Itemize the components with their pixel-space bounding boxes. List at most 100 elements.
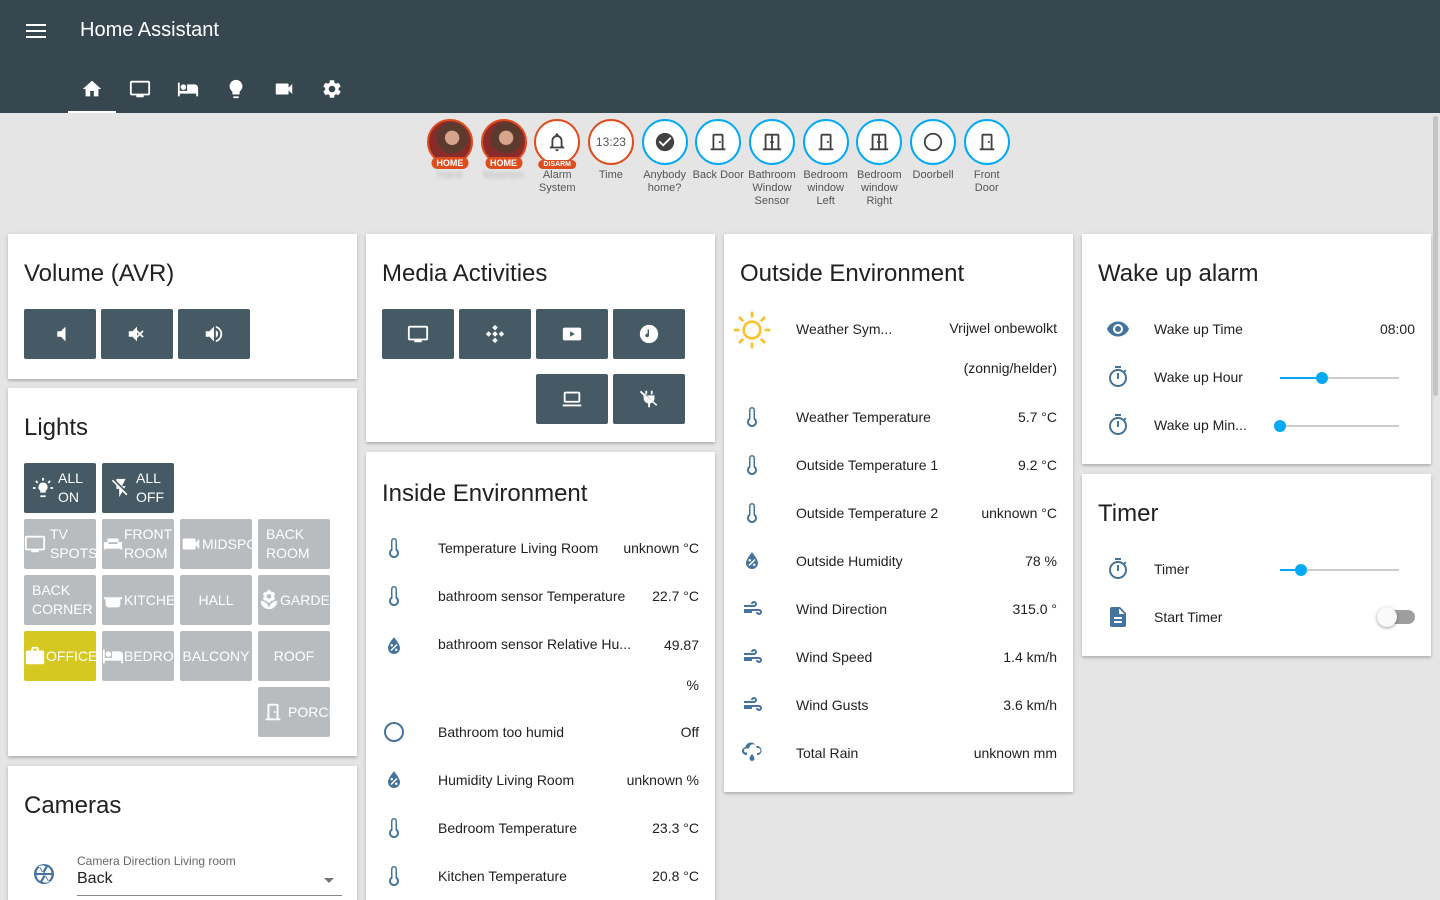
- water-percent-icon: [388, 771, 400, 788]
- timer-slider[interactable]: [1280, 564, 1399, 576]
- slider-knob[interactable]: [1315, 372, 1328, 384]
- badge-bedroom-window-left[interactable]: Bedroom window Left: [799, 119, 853, 208]
- button-label: FRONT ROOM: [124, 526, 172, 561]
- sensor-row[interactable]: bathroom sensor Relative Hu... 49.87 %: [366, 620, 715, 708]
- sensor-value: 3.6 km/h: [1003, 697, 1057, 713]
- button-label: BEDROOM: [124, 647, 174, 664]
- light-kitchen-button[interactable]: KITCHEN: [102, 575, 174, 625]
- all-off-button[interactable]: ALL OFF: [102, 463, 174, 513]
- weather-row[interactable]: Weather Sym... Vrijwel onbewolkt (zonnig…: [724, 308, 1073, 396]
- power-off-button[interactable]: [613, 374, 685, 424]
- light-tv-spots-button[interactable]: TV SPOTS: [24, 519, 96, 569]
- badge-doorbell[interactable]: Doorbell: [906, 119, 960, 208]
- kodi-button[interactable]: [459, 309, 531, 359]
- volume-mute-button[interactable]: [101, 309, 173, 359]
- badge-label: Front Door: [973, 169, 1000, 194]
- wake-up-hour-slider[interactable]: [1280, 372, 1399, 384]
- camera-direction-select[interactable]: Back: [77, 870, 342, 896]
- bell-icon: [549, 133, 565, 152]
- sensor-row[interactable]: Bedroom Temperature 23.3 °C: [366, 804, 715, 852]
- badge-bathroom-window[interactable]: Bathroom Window Sensor: [745, 119, 799, 208]
- circle-outline-icon: [923, 132, 943, 152]
- file-document-icon: [1110, 607, 1126, 627]
- badge-front-door[interactable]: Front Door: [960, 119, 1014, 208]
- door-icon: [979, 133, 995, 151]
- light-back-corner-button[interactable]: BACK CORNER: [24, 575, 96, 625]
- badge-value: 13:23: [587, 119, 634, 165]
- light-office-button[interactable]: OFFICE: [24, 631, 96, 681]
- monitor-icon: [24, 535, 46, 553]
- sensor-row[interactable]: Bathroom too humid Off: [366, 708, 715, 756]
- sensor-row[interactable]: Outside Temperature 1 9.2 °C: [724, 441, 1073, 489]
- light-roof-button[interactable]: ROOF: [258, 631, 330, 681]
- badge-time[interactable]: 13:23 Time: [584, 119, 638, 208]
- sensor-row[interactable]: Total Rain unknown mm: [724, 729, 1073, 777]
- computer-button[interactable]: [536, 374, 608, 424]
- sensor-name: Wake up Min...: [1154, 417, 1247, 433]
- flash-off-icon: [111, 478, 128, 498]
- tab-settings[interactable]: [308, 64, 356, 113]
- timer-card: Timer Timer Start Timer: [1082, 474, 1431, 656]
- tab-cameras[interactable]: [260, 64, 308, 113]
- sensor-name: Wind Speed: [796, 649, 873, 665]
- sensor-value: 9.2 °C: [1017, 457, 1057, 473]
- slider-knob[interactable]: [1274, 420, 1286, 432]
- badge-anybody-home[interactable]: Anybody home?: [638, 119, 692, 208]
- music-button[interactable]: [613, 309, 685, 359]
- water-percent-icon: [388, 637, 400, 654]
- tab-home[interactable]: [68, 64, 116, 113]
- light-front-room-button[interactable]: FRONT ROOM: [102, 519, 174, 569]
- top-app-bar: Home Assistant: [0, 0, 1440, 113]
- monitor-icon: [407, 325, 429, 343]
- youtube-button[interactable]: [536, 309, 608, 359]
- light-hall-button[interactable]: HALL: [180, 575, 252, 625]
- tab-bedroom[interactable]: [164, 64, 212, 113]
- sensor-row[interactable]: Temperature Living Room unknown °C: [366, 524, 715, 572]
- sensor-row[interactable]: Outside Humidity 78 %: [724, 537, 1073, 585]
- light-porch-button[interactable]: PORCH: [258, 687, 330, 737]
- sensor-row[interactable]: Wind Speed 1.4 km/h: [724, 633, 1073, 681]
- wake-up-min-slider[interactable]: [1274, 420, 1399, 432]
- thermometer-icon: [389, 866, 399, 886]
- sensor-row[interactable]: Wind Gusts 3.6 km/h: [724, 681, 1073, 729]
- tab-lights[interactable]: [212, 64, 260, 113]
- sensor-row[interactable]: Outside Temperature 2 unknown °C: [724, 489, 1073, 537]
- volume-up-button[interactable]: [178, 309, 250, 359]
- button-label: BACK ROOM: [266, 526, 310, 561]
- sensor-name: bathroom sensor Temperature: [438, 588, 626, 604]
- volume-down-button[interactable]: [24, 309, 96, 359]
- badge-bedroom-window-right[interactable]: Bedroom window Right: [853, 119, 907, 208]
- badges-bar: HOME Hans HOME Maarten DISARM Alarm Syst…: [423, 119, 1014, 208]
- sensor-name: Total Rain: [796, 745, 859, 761]
- badge-back-door[interactable]: Back Door: [691, 119, 745, 208]
- inside-environment-card: Inside Environment Temperature Living Ro…: [366, 452, 715, 900]
- sensor-row[interactable]: Kitchen Temperature 20.8 °C: [366, 852, 715, 900]
- sensor-name: Outside Temperature 1: [796, 457, 939, 473]
- light-back-room-button[interactable]: BACK ROOM: [258, 519, 330, 569]
- start-timer-toggle[interactable]: [1377, 607, 1415, 627]
- light-midspot-button[interactable]: MIDSPOT: [180, 519, 252, 569]
- badge-alarm-system[interactable]: DISARM Alarm System: [530, 119, 584, 208]
- sensor-row[interactable]: Wind Direction 315.0 °: [724, 585, 1073, 633]
- bed-icon: [102, 649, 124, 664]
- wake-up-time-row[interactable]: Wake up Time 08:00: [1082, 305, 1431, 353]
- sensor-value: unknown mm: [973, 745, 1057, 761]
- light-garden-button[interactable]: GARDEN: [258, 575, 330, 625]
- page-scrollbar[interactable]: [1433, 116, 1438, 396]
- badge-person-1[interactable]: HOME Hans: [423, 119, 477, 208]
- light-balcony-button[interactable]: BALCONY: [180, 631, 252, 681]
- sensor-row[interactable]: Weather Temperature 5.7 °C: [724, 393, 1073, 441]
- tab-media[interactable]: [116, 64, 164, 113]
- sensor-row[interactable]: Humidity Living Room unknown %: [366, 756, 715, 804]
- kodi-icon: [485, 324, 505, 344]
- badge-circle: [641, 119, 688, 165]
- volume-high-icon: [205, 325, 223, 343]
- watch-tv-button[interactable]: [382, 309, 454, 359]
- sensor-row[interactable]: bathroom sensor Temperature 22.7 °C: [366, 572, 715, 620]
- all-on-button[interactable]: ALL ON: [24, 463, 96, 513]
- badge-person-2[interactable]: HOME Maarten: [477, 119, 531, 208]
- menu-icon[interactable]: [24, 20, 48, 44]
- badge-label: Bedroom window Left: [803, 169, 848, 207]
- sensor-name: Bathroom too humid: [438, 724, 565, 740]
- light-bedroom-button[interactable]: BEDROOM: [102, 631, 174, 681]
